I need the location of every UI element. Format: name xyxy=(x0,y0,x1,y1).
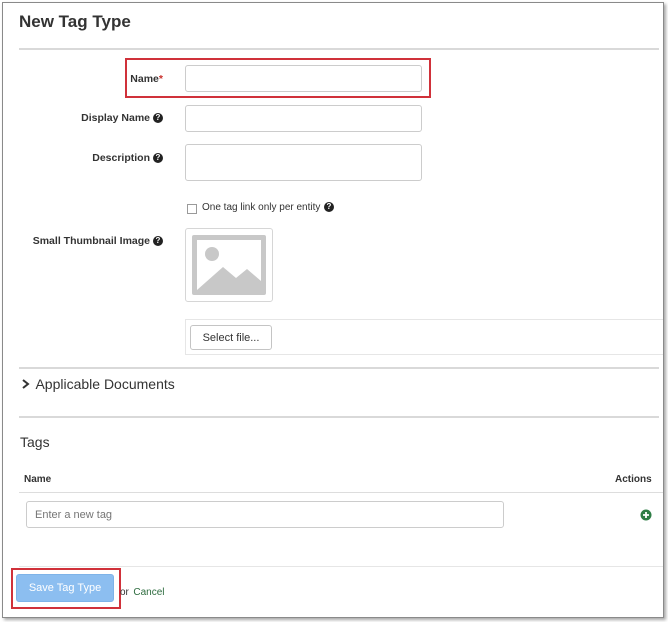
display-name-label-text: Display Name xyxy=(81,112,150,124)
name-label: Name* xyxy=(63,73,163,85)
tags-header-divider xyxy=(19,492,663,493)
description-textarea[interactable] xyxy=(185,144,422,181)
one-tag-link-label: One tag link only per entity xyxy=(202,202,320,213)
name-label-text: Name xyxy=(130,73,159,85)
required-marker: * xyxy=(158,73,163,85)
image-placeholder-icon xyxy=(192,235,266,295)
display-name-label: Display Name? xyxy=(43,112,163,124)
or-text: or xyxy=(120,587,129,598)
one-tag-link-checkbox[interactable] xyxy=(187,204,197,214)
help-icon[interactable]: ? xyxy=(153,113,163,123)
footer-divider xyxy=(19,566,663,567)
description-label: Description? xyxy=(43,152,163,164)
add-tag-icon[interactable] xyxy=(640,509,652,521)
tags-name-column-header: Name xyxy=(24,474,52,485)
applicable-documents-title: Applicable Documents xyxy=(35,376,175,392)
save-tag-type-button[interactable]: Save Tag Type xyxy=(16,574,114,602)
dialog-frame: New Tag Type Name* Display Name? Descrip… xyxy=(2,2,664,618)
section-divider xyxy=(19,367,659,369)
chevron-right-icon xyxy=(22,379,30,389)
cancel-link[interactable]: Cancel xyxy=(133,587,164,598)
title-divider xyxy=(19,48,659,50)
help-icon[interactable]: ? xyxy=(153,236,163,246)
thumbnail-label: Small Thumbnail Image? xyxy=(23,235,163,247)
name-input[interactable] xyxy=(185,65,422,92)
applicable-documents-toggle[interactable]: Applicable Documents xyxy=(21,376,175,394)
page-title: New Tag Type xyxy=(19,12,131,31)
thumbnail-label-text: Small Thumbnail Image xyxy=(32,235,150,247)
new-tag-input[interactable] xyxy=(26,501,504,528)
help-icon[interactable]: ? xyxy=(153,153,163,163)
tags-title: Tags xyxy=(20,434,50,450)
display-name-input[interactable] xyxy=(185,105,422,132)
section-divider xyxy=(19,416,659,418)
help-icon[interactable]: ? xyxy=(324,202,334,212)
thumbnail-preview[interactable] xyxy=(185,228,273,302)
select-file-button[interactable]: Select file... xyxy=(190,325,272,350)
one-tag-link-label-text: One tag link only per entity xyxy=(202,202,321,213)
tags-actions-column-header: Actions xyxy=(615,474,652,485)
description-label-text: Description xyxy=(92,152,150,164)
footer-links: or Cancel xyxy=(120,582,165,600)
